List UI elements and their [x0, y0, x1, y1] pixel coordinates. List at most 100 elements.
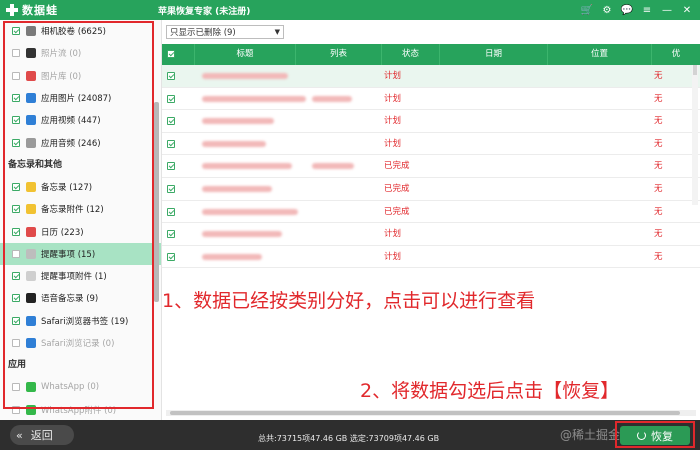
column-priority[interactable]: 优 [652, 44, 700, 65]
category-icon [26, 226, 36, 237]
category-checkbox[interactable] [12, 27, 20, 36]
select-all-checkbox[interactable] [167, 50, 175, 58]
category-checkbox[interactable] [12, 205, 20, 214]
category-checkbox[interactable] [12, 272, 20, 281]
sidebar-item-label: 语音备忘录 (9) [41, 294, 99, 305]
table-row[interactable]: 已完成 无 [162, 201, 700, 224]
sidebar-item-label: 应用视频 (447) [41, 116, 101, 127]
table-row[interactable]: 计划 无 [162, 65, 700, 88]
column-date[interactable]: 日期 [440, 44, 548, 65]
category-checkbox[interactable] [12, 94, 20, 103]
sidebar-item[interactable]: 语音备忘录 (9) [0, 287, 161, 309]
table-body: 计划无计划无计划无计划无已完成无已完成无已完成无计划无计划无 [162, 65, 700, 269]
row-checkbox[interactable] [167, 207, 175, 216]
row-checkbox[interactable] [167, 230, 175, 239]
sidebar-item[interactable]: WhatsApp (0) [0, 376, 161, 398]
category-checkbox[interactable] [12, 405, 20, 414]
minimize-icon[interactable]: — [660, 3, 674, 17]
sidebar-item[interactable]: 提醒事项附件 (1) [0, 265, 161, 287]
totals-status: 总共:73715项47.46 GB 选定:73709项47.46 GB [258, 434, 440, 443]
category-checkbox[interactable] [12, 71, 20, 80]
reminders-table: 标题 列表 状态 日期 位置 优 计划无计划无计划无计划无已完成无已完成无已完成… [162, 44, 700, 408]
bottom-bar: « 返回 总共:73715项47.46 GB 选定:73709项47.46 GB… [0, 420, 700, 450]
row-checkbox[interactable] [167, 252, 175, 261]
sidebar-item[interactable]: 相机胶卷 (6625) [0, 20, 161, 42]
priority-cell: 无 [654, 161, 663, 172]
row-checkbox[interactable] [167, 117, 175, 126]
category-icon [26, 26, 36, 37]
row-checkbox[interactable] [167, 139, 175, 148]
table-row[interactable]: 计划 无 [162, 223, 700, 246]
priority-cell: 无 [654, 251, 663, 262]
scroll-thumb[interactable] [170, 411, 680, 415]
sidebar-item[interactable]: 备忘录 (127) [0, 176, 161, 198]
category-checkbox[interactable] [12, 49, 20, 58]
sidebar-item[interactable]: Safari浏览记录 (0) [0, 332, 161, 354]
column-status[interactable]: 状态 [382, 44, 440, 65]
category-icon [26, 181, 36, 192]
sidebar-item[interactable]: 应用图片 (24087) [0, 87, 161, 109]
chat-icon[interactable]: 💬 [620, 3, 634, 17]
category-checkbox[interactable] [12, 383, 20, 392]
back-button[interactable]: « 返回 [10, 425, 74, 445]
restore-label: 恢复 [651, 429, 673, 443]
row-checkbox[interactable] [167, 94, 175, 103]
sidebar-item[interactable]: WhatsApp附件 (0) [0, 398, 161, 420]
title-bar: 数据蛙 苹果恢复专家 (未注册) 🛒 ⚙ 💬 ≡ — ✕ [0, 0, 700, 20]
row-checkbox[interactable] [167, 162, 175, 171]
header-select-all[interactable] [162, 44, 195, 65]
window-controls: 🛒 ⚙ 💬 ≡ — ✕ [580, 3, 700, 17]
sidebar: 相机胶卷 (6625) 照片流 (0) 图片库 (0) 应用图片 (24087) 应用视… [0, 20, 162, 420]
deleted-filter-select[interactable]: 只显示已删除 (9) ▼ [166, 25, 284, 39]
sidebar-item-label: 照片流 (0) [41, 49, 82, 60]
sidebar-item[interactable]: 日历 (223) [0, 220, 161, 242]
cart-icon[interactable]: 🛒 [580, 3, 594, 17]
table-row[interactable]: 计划 无 [162, 246, 700, 269]
column-location[interactable]: 位置 [548, 44, 652, 65]
category-checkbox[interactable] [12, 138, 20, 147]
category-checkbox[interactable] [12, 227, 20, 236]
sidebar-item[interactable]: Safari浏览器书签 (19) [0, 310, 161, 332]
table-row[interactable]: 计划 无 [162, 110, 700, 133]
table-row[interactable]: 计划 无 [162, 133, 700, 156]
category-checkbox[interactable] [12, 316, 20, 325]
sidebar-item[interactable]: 应用视频 (447) [0, 109, 161, 131]
table-row[interactable]: 计划 无 [162, 88, 700, 111]
scroll-thumb[interactable] [693, 65, 697, 75]
sidebar-scrollbar[interactable] [154, 102, 159, 302]
sidebar-item[interactable]: 照片流 (0) [0, 42, 161, 64]
category-checkbox[interactable] [12, 182, 20, 191]
table-header: 标题 列表 状态 日期 位置 优 [162, 44, 700, 65]
annotation-step-2: 2、将数据勾选后点击【恢复】 [360, 380, 620, 402]
table-row[interactable]: 已完成 无 [162, 155, 700, 178]
table-vertical-scrollbar[interactable] [692, 65, 698, 205]
category-checkbox[interactable] [12, 294, 20, 303]
sidebar-item[interactable]: 应用音频 (246) [0, 131, 161, 153]
row-checkbox[interactable] [167, 184, 175, 193]
column-list[interactable]: 列表 [296, 44, 382, 65]
sidebar-item-label: WhatsApp (0) [41, 382, 100, 393]
restore-button[interactable]: 恢复 [620, 426, 690, 445]
category-icon [26, 137, 36, 148]
sidebar-item[interactable]: 提醒事项 (15) [0, 242, 161, 265]
sidebar-item-label: 应用音频 (246) [41, 138, 101, 149]
menu-icon[interactable]: ≡ [640, 3, 654, 17]
gear-icon[interactable]: ⚙ [600, 3, 614, 17]
close-icon[interactable]: ✕ [680, 3, 694, 17]
category-icon [26, 93, 36, 104]
table-row[interactable]: 已完成 无 [162, 178, 700, 201]
category-checkbox[interactable] [12, 116, 20, 125]
category-checkbox[interactable] [12, 339, 20, 347]
redacted-title [202, 118, 274, 125]
sidebar-item[interactable]: 图片库 (0) [0, 65, 161, 87]
sidebar-item-label: 相机胶卷 (6625) [41, 27, 106, 38]
redacted-title [202, 73, 288, 79]
sidebar-item[interactable]: 备忘录附件 (12) [0, 198, 161, 220]
app-title: 苹果恢复专家 (未注册) [158, 6, 251, 17]
table-horizontal-scrollbar[interactable] [166, 410, 696, 416]
column-title[interactable]: 标题 [195, 44, 296, 65]
row-checkbox[interactable] [167, 72, 175, 80]
category-checkbox[interactable] [12, 249, 20, 258]
sidebar-item-label: 提醒事项附件 (1) [41, 272, 107, 283]
sidebar-group-apps: 应用 [8, 360, 27, 371]
